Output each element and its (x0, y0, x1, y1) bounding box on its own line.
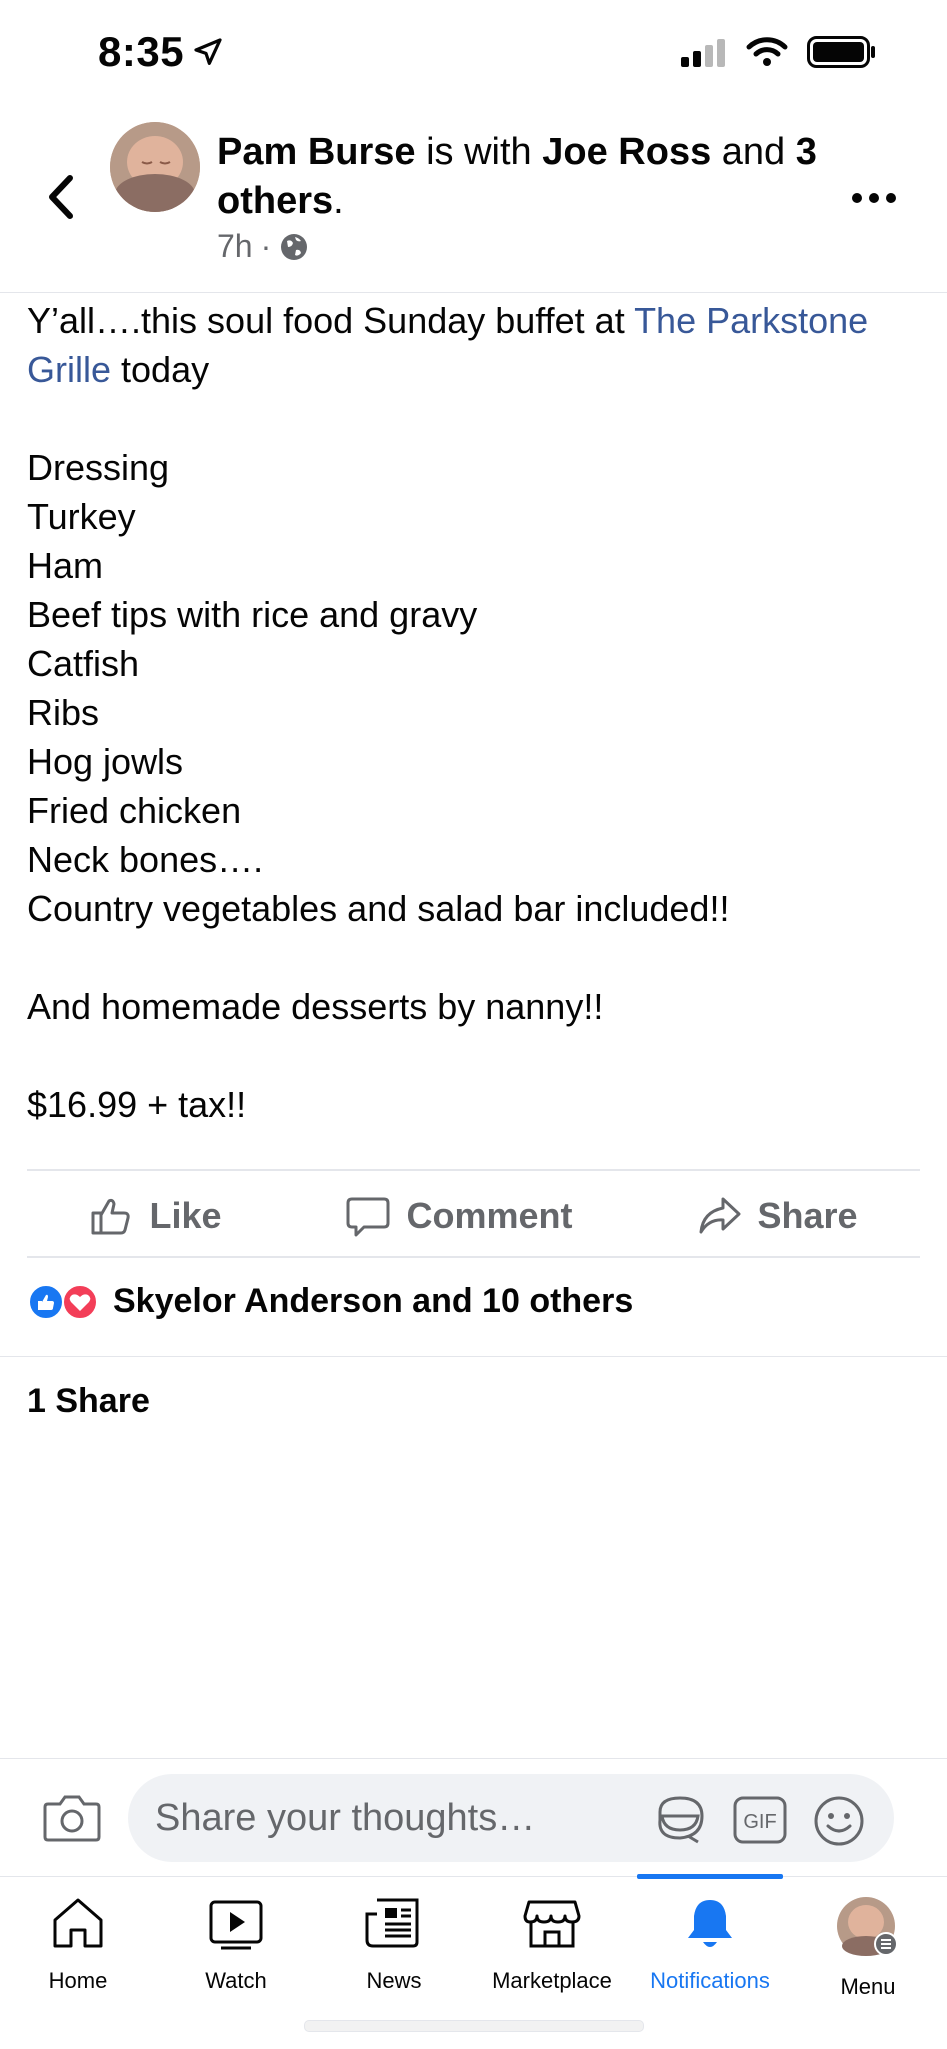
comment-input[interactable] (155, 1774, 615, 1862)
status-time: 8:35 (98, 28, 224, 76)
avatar-sticker-icon[interactable] (652, 1794, 708, 1846)
tab-home[interactable]: Home (8, 1896, 148, 1994)
share-button[interactable]: Share (697, 1195, 858, 1237)
like-button[interactable]: Like (89, 1195, 222, 1237)
author-avatar[interactable] (110, 122, 200, 212)
svg-text:GIF: GIF (743, 1811, 776, 1833)
share-arrow-icon (699, 1197, 741, 1234)
meta-separator: · (260, 228, 272, 264)
more-options-icon[interactable] (839, 178, 909, 218)
watch-icon (209, 1900, 263, 1950)
battery-icon (807, 36, 875, 68)
reactions-divider (0, 1356, 947, 1357)
and-text: and (721, 131, 786, 173)
author-name[interactable]: Pam Burse (217, 131, 416, 173)
post-text: Y’all….this soul food Sunday buffet at T… (27, 300, 869, 1125)
home-indicator (304, 2020, 644, 2032)
post-author-line: Pam Burse is with Joe Ross and 3 others. (217, 131, 817, 222)
reactions-text[interactable]: Skyelor Anderson and 10 others (113, 1282, 633, 1321)
tab-news[interactable]: News (324, 1896, 464, 1994)
menu-avatar (837, 1897, 898, 1956)
emoji-icon[interactable] (812, 1794, 866, 1848)
gif-icon[interactable]: GIF (732, 1794, 788, 1846)
news-icon (365, 1898, 419, 1948)
active-tab-indicator (637, 1874, 783, 1879)
actions-top-divider (27, 1169, 920, 1171)
back-icon[interactable] (42, 172, 82, 222)
actions-bottom-divider (27, 1256, 920, 1258)
signal-icon (681, 39, 725, 67)
share-count[interactable]: 1 Share (27, 1382, 150, 1421)
post-meta: 7h · (217, 228, 309, 265)
globe-icon (281, 233, 308, 260)
comment-icon (346, 1197, 390, 1237)
header-divider (0, 292, 947, 293)
reaction-icons (28, 1283, 98, 1320)
camera-icon[interactable] (42, 1790, 102, 1844)
location-arrow-icon (194, 38, 222, 65)
with-text: is with (426, 131, 532, 173)
wifi-icon (746, 37, 788, 66)
post-actions: Like Comment Share (27, 1172, 920, 1260)
tab-notifications[interactable]: Notifications (640, 1896, 780, 1994)
marketplace-icon (523, 1900, 581, 1948)
bell-icon (688, 1900, 732, 1947)
tab-marketplace[interactable]: Marketplace (482, 1896, 622, 1994)
thumbs-up-icon (91, 1198, 131, 1235)
status-indicators (679, 36, 877, 68)
post-time[interactable]: 7h (217, 228, 253, 265)
tagged-name[interactable]: Joe Ross (542, 131, 711, 173)
tab-menu[interactable]: Menu (798, 1896, 938, 2000)
reactions-summary[interactable]: Skyelor Anderson and 10 others (27, 1282, 633, 1321)
comment-button[interactable]: Comment (346, 1195, 572, 1237)
tab-watch[interactable]: Watch (166, 1896, 306, 1994)
home-icon (53, 1898, 103, 1948)
post-body: Dressing Turkey Ham Beef tips with rice … (27, 447, 730, 1125)
composer-divider (0, 1758, 947, 1759)
